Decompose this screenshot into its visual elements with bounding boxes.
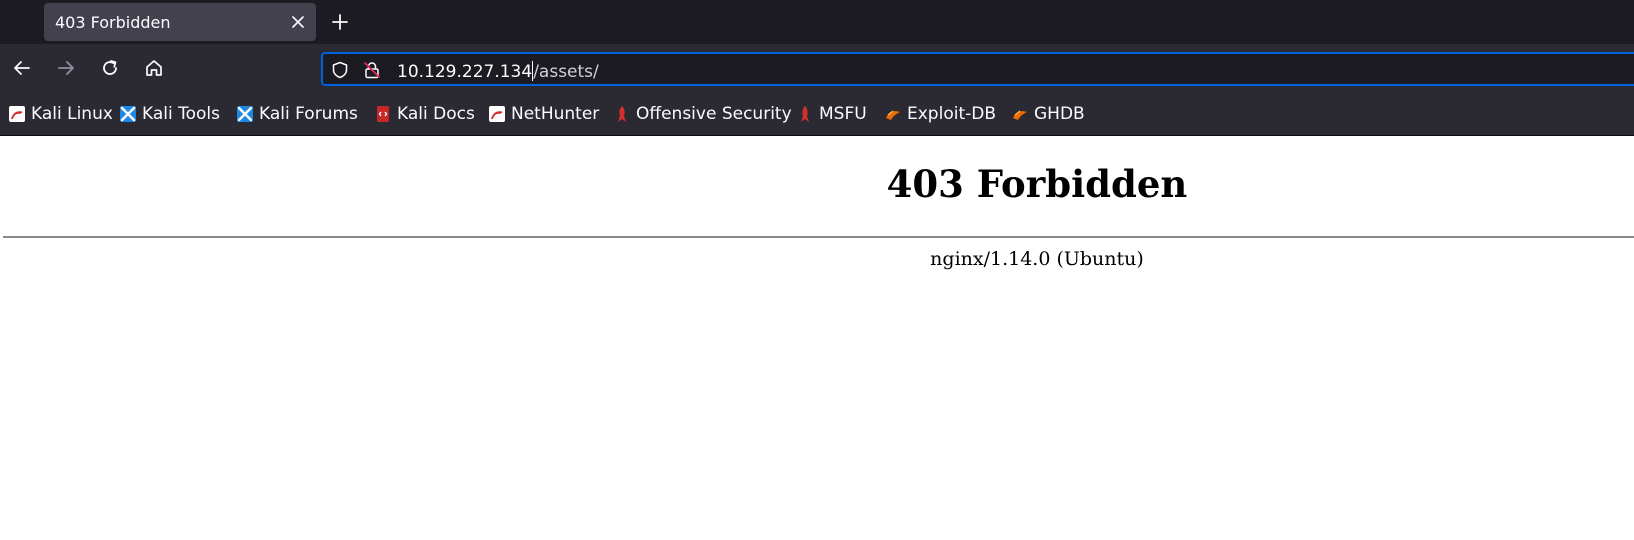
kali-forums-icon (236, 105, 254, 123)
bookmark-label: GHDB (1034, 104, 1085, 124)
bookmark-kali-forums[interactable]: Kali Forums (236, 103, 358, 125)
tab-close-icon[interactable] (288, 12, 308, 32)
horizontal-rule (3, 236, 1634, 238)
bookmark-label: MSFU (819, 104, 867, 124)
insecure-lock-icon[interactable] (363, 61, 381, 79)
kali-dragon-icon (8, 105, 26, 123)
bookmark-label: Kali Tools (142, 104, 220, 124)
plus-icon (332, 14, 348, 30)
home-icon (146, 60, 162, 76)
server-signature: nginx/1.14.0 (Ubuntu) (930, 248, 1144, 270)
reload-icon (103, 60, 117, 75)
bookmark-kali-linux[interactable]: Kali Linux (8, 103, 113, 125)
bookmark-label: Kali Forums (259, 104, 358, 124)
new-tab-button[interactable] (328, 10, 352, 34)
bookmark-kali-docs[interactable]: Kali Docs (374, 103, 475, 125)
kali-docs-icon (374, 105, 392, 123)
bookmark-label: Kali Docs (397, 104, 475, 124)
url-host: 10.129.227.134 (397, 62, 533, 82)
offsec-icon (613, 105, 631, 123)
bookmark-label: NetHunter (511, 104, 600, 124)
bookmark-msfu[interactable]: MSFU (796, 103, 867, 125)
page-content: 403 Forbidden nginx/1.14.0 (Ubuntu) (0, 136, 1634, 540)
forward-button[interactable] (54, 56, 78, 80)
reload-button[interactable] (98, 56, 122, 80)
exploit-db-icon (884, 105, 902, 123)
url-path: /assets/ (533, 62, 599, 82)
tab-title: 403 Forbidden (55, 13, 171, 32)
home-button[interactable] (142, 56, 166, 80)
bookmark-label: Offensive Security (636, 104, 792, 124)
kali-tools-icon (119, 105, 137, 123)
url-bar[interactable]: 10.129.227.134/assets/ (321, 52, 1634, 86)
navigation-toolbar: 10.129.227.134/assets/ (0, 44, 1634, 92)
back-arrow-icon (14, 61, 30, 75)
back-button[interactable] (10, 56, 34, 80)
bookmark-label: Exploit-DB (907, 104, 996, 124)
bookmark-exploit-db[interactable]: Exploit-DB (884, 103, 996, 125)
bookmarks-toolbar: Kali Linux Kali Tools Kali Forums Kali D… (0, 92, 1634, 136)
msfu-icon (796, 105, 814, 123)
url-text[interactable]: 10.129.227.134/assets/ (397, 61, 599, 82)
bookmark-offensive-security[interactable]: Offensive Security (613, 103, 792, 125)
bookmark-kali-tools[interactable]: Kali Tools (119, 103, 220, 125)
bookmark-label: Kali Linux (31, 104, 113, 124)
bookmark-nethunter[interactable]: NetHunter (488, 103, 599, 125)
tab-active[interactable]: 403 Forbidden (44, 3, 316, 41)
page-heading: 403 Forbidden (886, 162, 1188, 206)
bookmark-ghdb[interactable]: GHDB (1011, 103, 1085, 125)
nethunter-icon (488, 105, 506, 123)
tab-strip: 403 Forbidden (0, 0, 1634, 44)
ghdb-icon (1011, 105, 1029, 123)
shield-icon[interactable] (331, 61, 349, 79)
browser-window: 403 Forbidden 10.129.227.134/assets/ Kal… (0, 0, 1634, 540)
forward-arrow-icon (58, 61, 74, 75)
